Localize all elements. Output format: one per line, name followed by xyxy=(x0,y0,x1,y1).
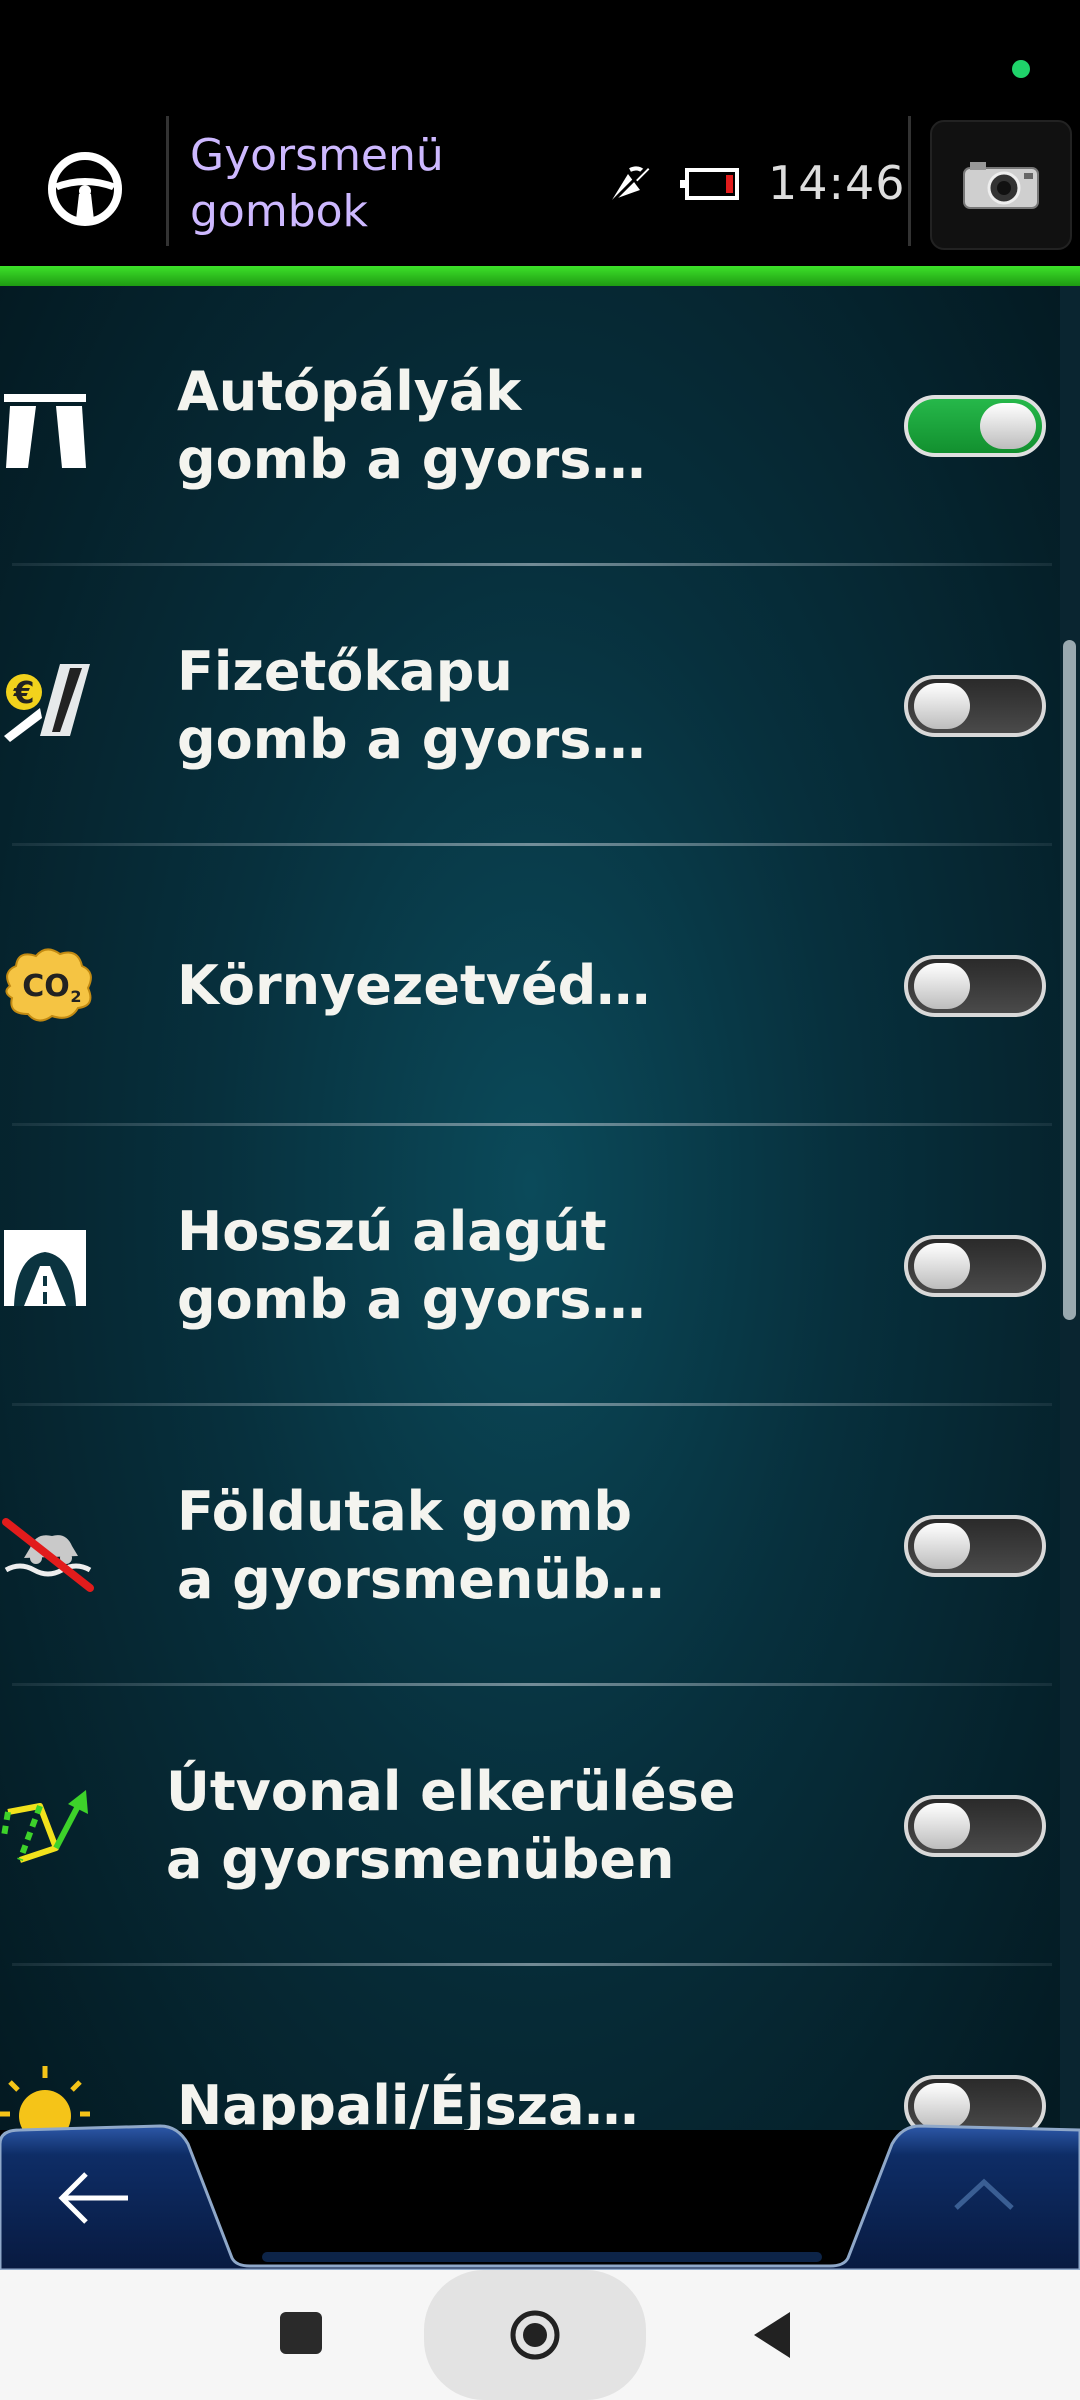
eco-toggle[interactable] xyxy=(904,955,1046,1017)
scrollbar-thumb[interactable] xyxy=(1063,640,1076,1320)
tunnel-icon xyxy=(4,1230,86,1306)
chevron-up-icon xyxy=(954,2178,1014,2210)
header: Gyorsmenü gombok 14:46 xyxy=(0,0,1080,266)
list-item-toll[interactable]: € Fizetőkapu gomb a gyors… xyxy=(0,566,1060,846)
settings-list[interactable]: Autópályák gomb a gyors… € Fizetőkapu go… xyxy=(0,286,1060,2130)
list-item-highways[interactable]: Autópályák gomb a gyors… xyxy=(0,286,1060,566)
svg-text:€: € xyxy=(13,676,35,711)
page-title: Gyorsmenü gombok xyxy=(190,130,444,237)
arrow-left-icon xyxy=(58,2172,128,2224)
list-item-route-avoid[interactable]: Útvonal elkerülése a gyorsmenüben xyxy=(0,1686,1060,1966)
highways-toggle[interactable] xyxy=(904,395,1046,457)
tunnel-toggle[interactable] xyxy=(904,1235,1046,1297)
header-accent-bar xyxy=(0,266,1080,286)
camera-icon xyxy=(963,162,1039,209)
steering-wheel-icon[interactable] xyxy=(46,150,124,228)
list-item-label: Útvonal elkerülése a gyorsmenüben xyxy=(166,1760,736,1891)
list-item-label: Földutak gomb a gyorsmenüb… xyxy=(177,1480,665,1611)
scroll-up-button[interactable] xyxy=(856,2126,1080,2270)
toggle-knob xyxy=(914,963,970,1009)
battery-low-icon xyxy=(680,168,739,200)
route-avoid-toggle[interactable] xyxy=(904,1795,1046,1857)
unpaved-road-off-icon xyxy=(2,1518,94,1592)
toggle-knob xyxy=(914,1523,970,1569)
unpaved-toggle[interactable] xyxy=(904,1515,1046,1577)
route-avoid-icon xyxy=(1,1790,88,1863)
co2-icon: CO 2 xyxy=(5,948,92,1022)
list-item-label: Hosszú alagút gomb a gyors… xyxy=(177,1200,646,1331)
list-item-eco[interactable]: CO 2 Környezetvéd… xyxy=(0,846,1060,1126)
list-item-label: Autópályák gomb a gyors… xyxy=(177,360,646,491)
back-triangle-icon[interactable] xyxy=(750,2310,794,2360)
home-icon[interactable] xyxy=(508,2308,562,2362)
status-dot xyxy=(1012,60,1030,78)
gps-off-icon xyxy=(608,164,650,206)
list-item-label: Környezetvéd… xyxy=(177,954,651,1017)
svg-text:2: 2 xyxy=(70,987,81,1006)
header-divider xyxy=(166,116,169,246)
back-button[interactable] xyxy=(0,2126,230,2270)
app-window: Gyorsmenü gombok 14:46 Autópályák gomb a… xyxy=(0,0,1080,2400)
toggle-knob xyxy=(914,1803,970,1849)
recents-icon[interactable] xyxy=(280,2312,322,2354)
toll-road-icon: € xyxy=(4,664,90,742)
day-night-auto-icon xyxy=(0,2066,90,2130)
toggle-knob xyxy=(914,1243,970,1289)
list-item-day-night[interactable]: Nappali/Éjsza… xyxy=(0,1966,1060,2130)
toll-toggle[interactable] xyxy=(904,675,1046,737)
svg-text:CO: CO xyxy=(22,969,70,1004)
camera-button[interactable] xyxy=(930,120,1072,250)
toggle-knob xyxy=(980,403,1036,449)
list-item-unpaved[interactable]: Földutak gomb a gyorsmenüb… xyxy=(0,1406,1060,1686)
highway-icon xyxy=(4,394,86,468)
header-divider xyxy=(908,116,911,246)
list-item-tunnel[interactable]: Hosszú alagút gomb a gyors… xyxy=(0,1126,1060,1406)
list-item-label: Fizetőkapu gomb a gyors… xyxy=(177,640,646,771)
toggle-knob xyxy=(914,683,970,729)
clock: 14:46 xyxy=(768,156,906,210)
